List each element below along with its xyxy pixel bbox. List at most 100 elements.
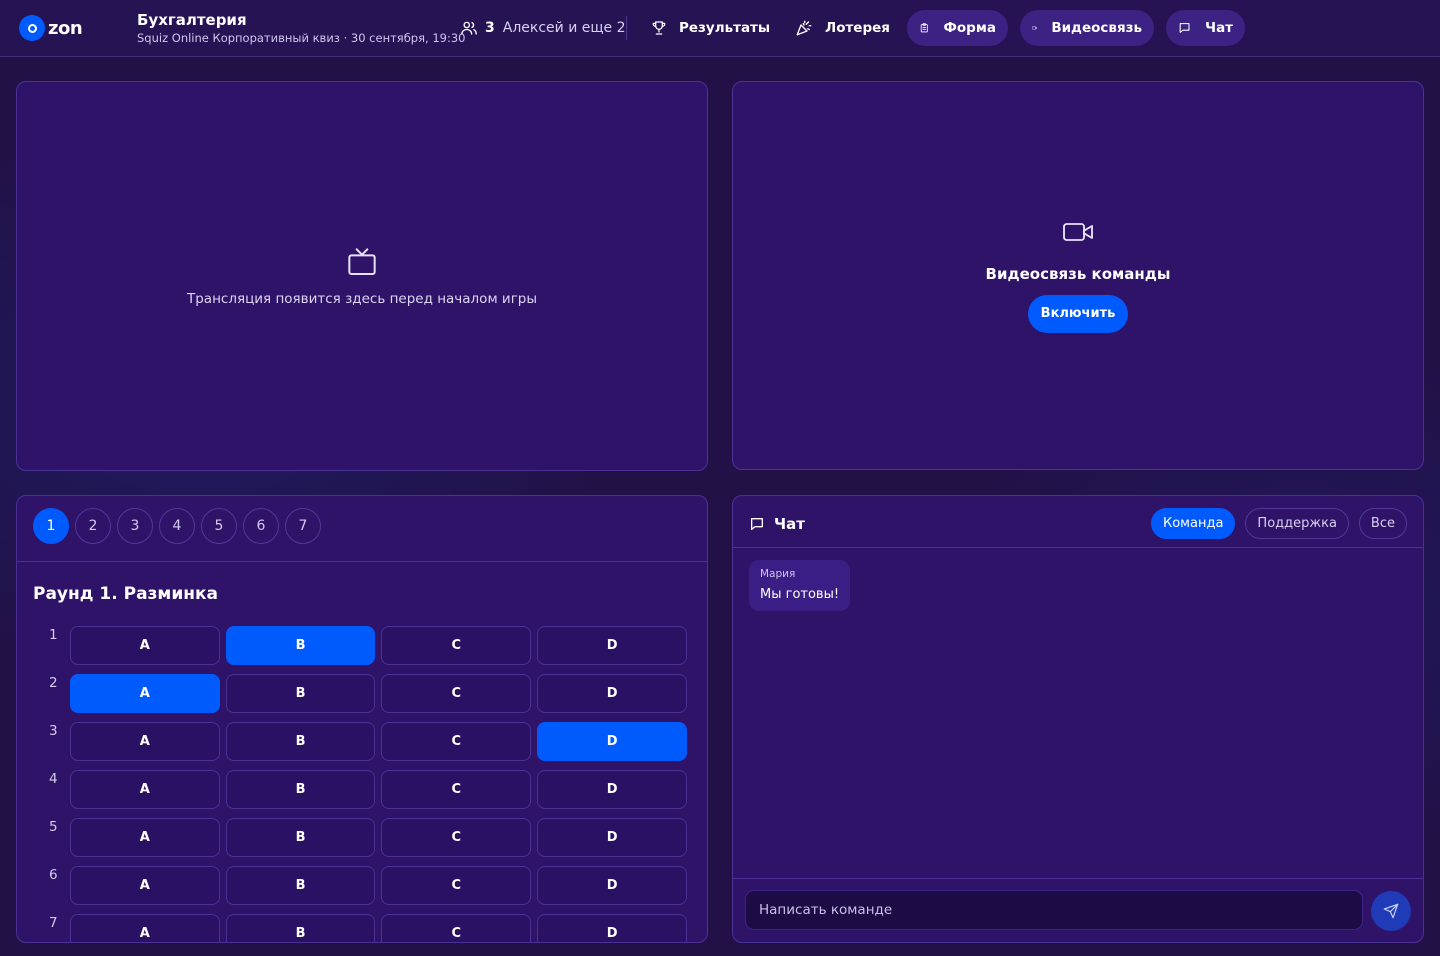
question-number: 1 (49, 627, 58, 643)
answer-option-c[interactable]: C (381, 818, 532, 857)
chat-title: Чат (774, 515, 805, 533)
event-info: Squiz Online Корпоративный квиз · 30 сен… (137, 31, 466, 45)
question-number: 5 (49, 819, 58, 835)
answer-option-b[interactable]: B (225, 770, 376, 809)
round-tab-7[interactable]: 7 (285, 508, 321, 544)
video-panel-title: Видеосвязь команды (985, 265, 1171, 283)
tv-icon (348, 248, 376, 275)
header-divider (626, 16, 627, 40)
message-text: Мы готовы! (760, 587, 840, 602)
question-row: 6ABCD (33, 866, 693, 914)
nav-video-label: Видеосвязь (1051, 20, 1142, 36)
clipboard-icon (920, 23, 928, 33)
answer-option-a[interactable]: A (69, 866, 220, 905)
users-icon (461, 21, 477, 35)
answer-option-b[interactable]: B (225, 866, 376, 905)
logo[interactable]: zon (19, 15, 83, 41)
send-icon (1383, 903, 1399, 919)
nav-results-label: Результаты (679, 20, 771, 36)
answer-option-c[interactable]: C (381, 770, 532, 809)
answer-option-a[interactable]: A (69, 626, 220, 665)
answer-option-d[interactable]: D (537, 818, 688, 857)
chat-input[interactable] (745, 890, 1363, 930)
video-panel: Видеосвязь команды Включить (732, 81, 1424, 470)
nav-form-label: Форма (943, 20, 996, 36)
question-number: 3 (49, 723, 58, 739)
broadcast-panel: Трансляция появится здесь перед началом … (16, 81, 708, 471)
chat-bubble-icon (1179, 23, 1190, 33)
chat-tab-1[interactable]: Поддержка (1245, 508, 1349, 539)
question-row: 2ABCD (33, 674, 693, 722)
chat-header: Чат (749, 515, 805, 533)
party-popper-icon (796, 20, 812, 36)
nav-results-button[interactable]: Результаты (651, 17, 770, 39)
question-number: 6 (49, 867, 58, 883)
answer-option-d[interactable]: D (537, 674, 688, 713)
answer-option-c[interactable]: C (381, 914, 532, 942)
message-author: Мария (760, 568, 796, 580)
answer-option-d[interactable]: D (537, 914, 688, 942)
round-title: Раунд 1. Разминка (33, 584, 218, 604)
team-members[interactable]: 3 Алексей и еще 2 (460, 17, 626, 39)
answer-option-d[interactable]: D (537, 722, 688, 761)
round-tab-2[interactable]: 2 (75, 508, 111, 544)
answer-option-c[interactable]: C (381, 674, 532, 713)
answer-option-b[interactable]: B (225, 818, 376, 857)
top-bar: zon Бухгалтерия Squiz Online Корпоративн… (0, 0, 1440, 57)
answer-option-d[interactable]: D (537, 626, 688, 665)
answer-option-a[interactable]: A (69, 674, 220, 713)
chat-panel: Чат Команда Поддержка Все Мария Мы готовы! (732, 495, 1424, 943)
divider (17, 561, 707, 562)
answer-option-a[interactable]: A (69, 770, 220, 809)
round-tab-5[interactable]: 5 (201, 508, 237, 544)
question-row: 4ABCD (33, 770, 693, 818)
question-row: 7ABCD (33, 914, 693, 942)
send-button[interactable] (1371, 891, 1411, 931)
answer-option-d[interactable]: D (537, 866, 688, 905)
divider (733, 547, 1423, 548)
nav-lottery-button[interactable]: Лотерея (795, 17, 890, 39)
nav-video-button[interactable]: Видеосвязь (1020, 10, 1154, 46)
round-tabs: 1234567 (33, 508, 321, 544)
round-tab-1[interactable]: 1 (33, 508, 69, 544)
divider (733, 878, 1423, 879)
question-row: 3ABCD (33, 722, 693, 770)
enable-video-button[interactable]: Включить (1028, 295, 1128, 333)
members-count: 3 (485, 20, 495, 36)
question-number: 4 (49, 771, 58, 787)
answer-option-a[interactable]: A (69, 722, 220, 761)
round-tab-3[interactable]: 3 (117, 508, 153, 544)
round-tab-4[interactable]: 4 (159, 508, 195, 544)
chat-tab-0[interactable]: Команда (1151, 508, 1236, 539)
chat-tab-2[interactable]: Все (1358, 508, 1407, 539)
answer-option-b[interactable]: B (225, 626, 376, 665)
question-number: 7 (49, 915, 58, 931)
answer-option-d[interactable]: D (537, 770, 688, 809)
nav-lottery-label: Лотерея (825, 20, 890, 36)
answer-option-a[interactable]: A (69, 914, 220, 942)
nav-form-button[interactable]: Форма (907, 10, 1008, 46)
trophy-icon (652, 21, 666, 35)
answer-option-b[interactable]: B (225, 674, 376, 713)
nav-chat-button[interactable]: Чат (1166, 10, 1245, 46)
video-camera-icon (1063, 223, 1093, 241)
logo-text: zon (48, 17, 83, 39)
broadcast-message: Трансляция появится здесь перед началом … (186, 291, 538, 307)
answer-option-c[interactable]: C (381, 722, 532, 761)
members-names: Алексей и еще 2 (502, 20, 626, 36)
answer-option-b[interactable]: B (225, 722, 376, 761)
chat-bubble-icon (751, 518, 763, 530)
round-tab-6[interactable]: 6 (243, 508, 279, 544)
answer-option-a[interactable]: A (69, 818, 220, 857)
team-name: Бухгалтерия (137, 11, 247, 29)
question-number: 2 (49, 675, 58, 691)
answer-option-c[interactable]: C (381, 626, 532, 665)
nav-chat-label: Чат (1205, 20, 1233, 36)
question-row: 5ABCD (33, 818, 693, 866)
chat-tabs: Команда Поддержка Все (1151, 508, 1407, 539)
answers-grid: 1ABCD2ABCD3ABCD4ABCD5ABCD6ABCD7ABCD (33, 626, 693, 942)
answers-panel: 1234567 Раунд 1. Разминка 1ABCD2ABCD3ABC… (16, 495, 708, 943)
answer-option-b[interactable]: B (225, 914, 376, 942)
answer-option-c[interactable]: C (381, 866, 532, 905)
video-camera-icon (1032, 26, 1038, 30)
